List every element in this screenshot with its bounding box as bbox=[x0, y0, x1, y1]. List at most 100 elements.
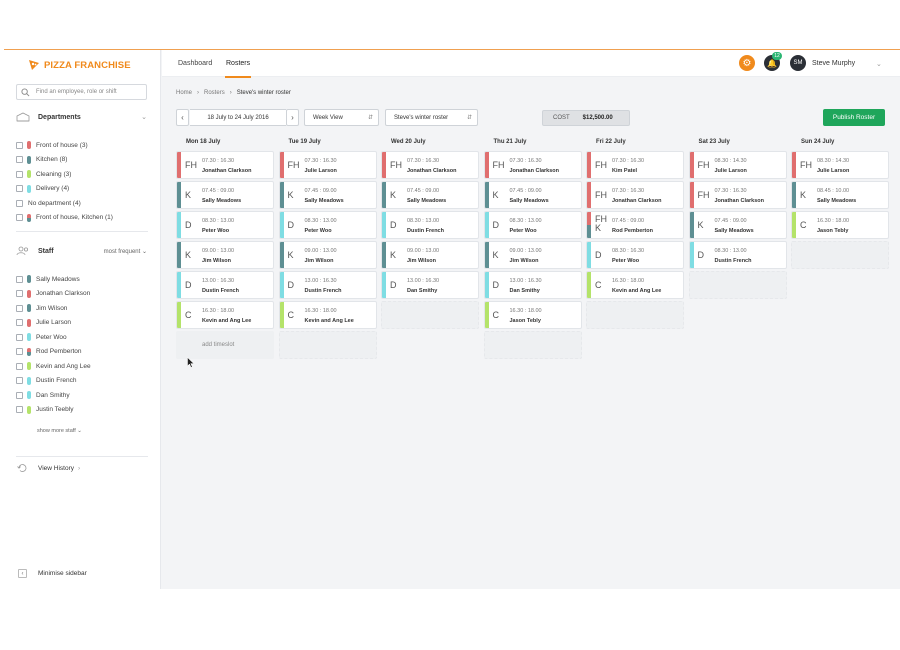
view-history-link[interactable]: View History › bbox=[16, 463, 80, 473]
user-name[interactable]: Steve Murphy bbox=[812, 60, 855, 67]
shift-card[interactable]: D 13.00 : 16.30 Dan Smithy bbox=[483, 271, 582, 299]
search-input[interactable]: Find an employee, role or shift bbox=[16, 84, 147, 100]
empty-timeslot[interactable] bbox=[278, 331, 377, 359]
chevron-down-icon[interactable]: ⌄ bbox=[876, 60, 882, 68]
shift-card[interactable]: D 08.30 : 13.00 Peter Woo bbox=[176, 211, 274, 239]
shift-card[interactable]: D 08.30 : 16.30 Peter Woo bbox=[586, 241, 684, 269]
checkbox[interactable] bbox=[16, 333, 23, 341]
checkbox[interactable] bbox=[16, 304, 23, 312]
settings-gear-icon[interactable]: ⚙ bbox=[739, 55, 755, 71]
shift-card[interactable]: D 08.30 : 13.00 Dustin French bbox=[381, 211, 479, 239]
empty-timeslot[interactable] bbox=[586, 301, 684, 329]
staff-filter-item[interactable]: Jonathan Clarkson bbox=[16, 287, 151, 302]
department-filter-item[interactable]: Front of house (3) bbox=[16, 138, 151, 153]
checkbox[interactable] bbox=[16, 290, 23, 298]
department-filter-item[interactable]: Delivery (4) bbox=[16, 182, 151, 197]
staff-filter-item-label: Dan Smithy bbox=[36, 391, 70, 399]
empty-timeslot[interactable] bbox=[791, 241, 889, 269]
shift-card[interactable]: FH 07.30 : 16.30 Julie Larson bbox=[278, 151, 377, 179]
shift-card[interactable]: FH 08.30 : 14.30 Julie Larson bbox=[791, 151, 889, 179]
shift-card[interactable]: FH 07.30 : 16.30 Kim Patel bbox=[586, 151, 684, 179]
staff-filter-item[interactable]: Dustin French bbox=[16, 374, 151, 389]
shift-card[interactable]: K 09.00 : 13.00 Jim Wilson bbox=[176, 241, 274, 269]
shift-card[interactable]: D 13.00 : 16.30 Dustin French bbox=[176, 271, 274, 299]
date-range-display[interactable]: 18 July to 24 July 2016 bbox=[190, 109, 286, 126]
shift-card[interactable]: C 16.30 : 18.00 Kevin and Ang Lee bbox=[278, 301, 377, 329]
checkbox[interactable] bbox=[16, 275, 23, 283]
staff-filter-item[interactable]: Kevin and Ang Lee bbox=[16, 359, 151, 374]
shift-card[interactable]: C 16.30 : 18.00 Jason Tebly bbox=[791, 211, 889, 239]
roster-select[interactable]: Steve's winter roster ⇵ bbox=[385, 109, 478, 126]
checkbox[interactable] bbox=[16, 214, 23, 222]
staff-filter-item[interactable]: Peter Woo bbox=[16, 330, 151, 345]
checkbox[interactable] bbox=[16, 185, 23, 193]
shift-card[interactable]: D 13.00 : 16.30 Dan Smithy bbox=[381, 271, 479, 299]
minimise-sidebar-button[interactable]: ‹ Minimise sidebar bbox=[18, 569, 87, 578]
shift-card[interactable]: K 09.00 : 13.00 Jim Wilson bbox=[483, 241, 582, 269]
shift-card[interactable]: K 07.45 : 09.00 Sally Meadows bbox=[483, 181, 582, 209]
checkbox[interactable] bbox=[16, 199, 23, 207]
shift-card[interactable]: FH 07.30 : 16.30 Jonathan Clarkson bbox=[176, 151, 274, 179]
show-more-staff-link[interactable]: show more staff ⌄ bbox=[37, 428, 82, 434]
checkbox[interactable] bbox=[16, 319, 23, 327]
shift-card[interactable]: D 08.30 : 13.00 Peter Woo bbox=[483, 211, 582, 239]
add-timeslot-button[interactable]: add timeslot bbox=[176, 331, 274, 359]
staff-filter-item[interactable]: Jim Wilson bbox=[16, 301, 151, 316]
shift-card[interactable]: FH K 07.45 : 09.00 Rod Pemberton bbox=[586, 211, 684, 239]
shift-card[interactable]: K 07.45 : 09.00 Sally Meadows bbox=[381, 181, 479, 209]
checkbox[interactable] bbox=[16, 141, 23, 149]
shift-card[interactable]: C 16.30 : 18.00 Jason Tebly bbox=[483, 301, 582, 329]
checkbox[interactable] bbox=[16, 362, 23, 370]
staff-filter-item[interactable]: Rod Pemberton bbox=[16, 345, 151, 360]
department-code: FH K bbox=[595, 214, 607, 233]
avatar[interactable]: SM bbox=[790, 55, 806, 71]
select-arrows-icon: ⇵ bbox=[367, 115, 373, 121]
empty-timeslot[interactable] bbox=[688, 271, 787, 299]
shift-card[interactable]: FH 07.30 : 16.30 Jonathan Clarkson bbox=[586, 181, 684, 209]
staff-sort-select[interactable]: most frequent ⌄ bbox=[104, 248, 147, 255]
nav-rosters[interactable]: Rosters bbox=[224, 60, 252, 78]
shift-card[interactable]: C 16.30 : 18.00 Kevin and Ang Lee bbox=[176, 301, 274, 329]
checkbox[interactable] bbox=[16, 377, 23, 385]
shift-card[interactable]: D 08.30 : 13.00 Peter Woo bbox=[278, 211, 377, 239]
checkbox[interactable] bbox=[16, 170, 23, 178]
department-color-bar bbox=[484, 302, 489, 328]
shift-card[interactable]: FH 08.30 : 14.30 Julie Larson bbox=[688, 151, 787, 179]
shift-card[interactable]: K 09.00 : 13.00 Jim Wilson bbox=[381, 241, 479, 269]
shift-card[interactable]: FH 07.30 : 16.30 Jonathan Clarkson bbox=[381, 151, 479, 179]
shift-card[interactable]: K 07.45 : 09.00 Sally Meadows bbox=[278, 181, 377, 209]
checkbox[interactable] bbox=[16, 391, 23, 399]
shift-card[interactable]: FH 07.30 : 16.30 Jonathan Clarkson bbox=[483, 151, 582, 179]
brand-logo[interactable]: PIZZA FRANCHISE bbox=[28, 59, 131, 71]
shift-card[interactable]: K 08.45 : 10.00 Sally Meadows bbox=[791, 181, 889, 209]
empty-timeslot[interactable] bbox=[381, 301, 479, 329]
staff-filter-item[interactable]: Justin Teebly bbox=[16, 403, 151, 418]
breadcrumb-rosters[interactable]: Rosters bbox=[204, 90, 225, 96]
shift-card[interactable]: K 09.00 : 13.00 Jim Wilson bbox=[278, 241, 377, 269]
shift-card[interactable]: D 13.00 : 16.30 Dustin French bbox=[278, 271, 377, 299]
department-filter-item[interactable]: No department (4) bbox=[16, 196, 151, 211]
department-filter-item[interactable]: Cleaning (3) bbox=[16, 167, 151, 182]
checkbox[interactable] bbox=[16, 156, 23, 164]
view-select[interactable]: Week View ⇵ bbox=[304, 109, 379, 126]
color-swatch bbox=[27, 170, 31, 179]
staff-filter-item[interactable]: Dan Smithy bbox=[16, 388, 151, 403]
prev-week-button[interactable]: ‹ bbox=[176, 109, 189, 126]
checkbox[interactable] bbox=[16, 348, 23, 356]
checkbox[interactable] bbox=[16, 406, 23, 414]
departments-header[interactable]: Departments ⌄ bbox=[16, 112, 147, 122]
staff-filter-item[interactable]: Julie Larson bbox=[16, 316, 151, 331]
shift-card[interactable]: FH 07.30 : 16.30 Jonathan Clarkson bbox=[688, 181, 787, 209]
shift-card[interactable]: D 08.30 : 13.00 Dustin French bbox=[688, 241, 787, 269]
breadcrumb-home[interactable]: Home bbox=[176, 90, 192, 96]
shift-card[interactable]: C 16.30 : 18.00 Kevin and Ang Lee bbox=[586, 271, 684, 299]
next-week-button[interactable]: › bbox=[286, 109, 299, 126]
department-filter-item[interactable]: Kitchen (8) bbox=[16, 153, 151, 168]
department-filter-item[interactable]: Front of house, Kitchen (1) bbox=[16, 211, 151, 226]
shift-card[interactable]: K 07.45 : 09.00 Sally Meadows bbox=[176, 181, 274, 209]
nav-dashboard[interactable]: Dashboard bbox=[178, 60, 212, 67]
publish-roster-button[interactable]: Publish Roster bbox=[823, 109, 885, 126]
staff-filter-item[interactable]: Sally Meadows bbox=[16, 272, 151, 287]
empty-timeslot[interactable] bbox=[483, 331, 582, 359]
shift-card[interactable]: K 07.45 : 09.00 Sally Meadows bbox=[688, 211, 787, 239]
